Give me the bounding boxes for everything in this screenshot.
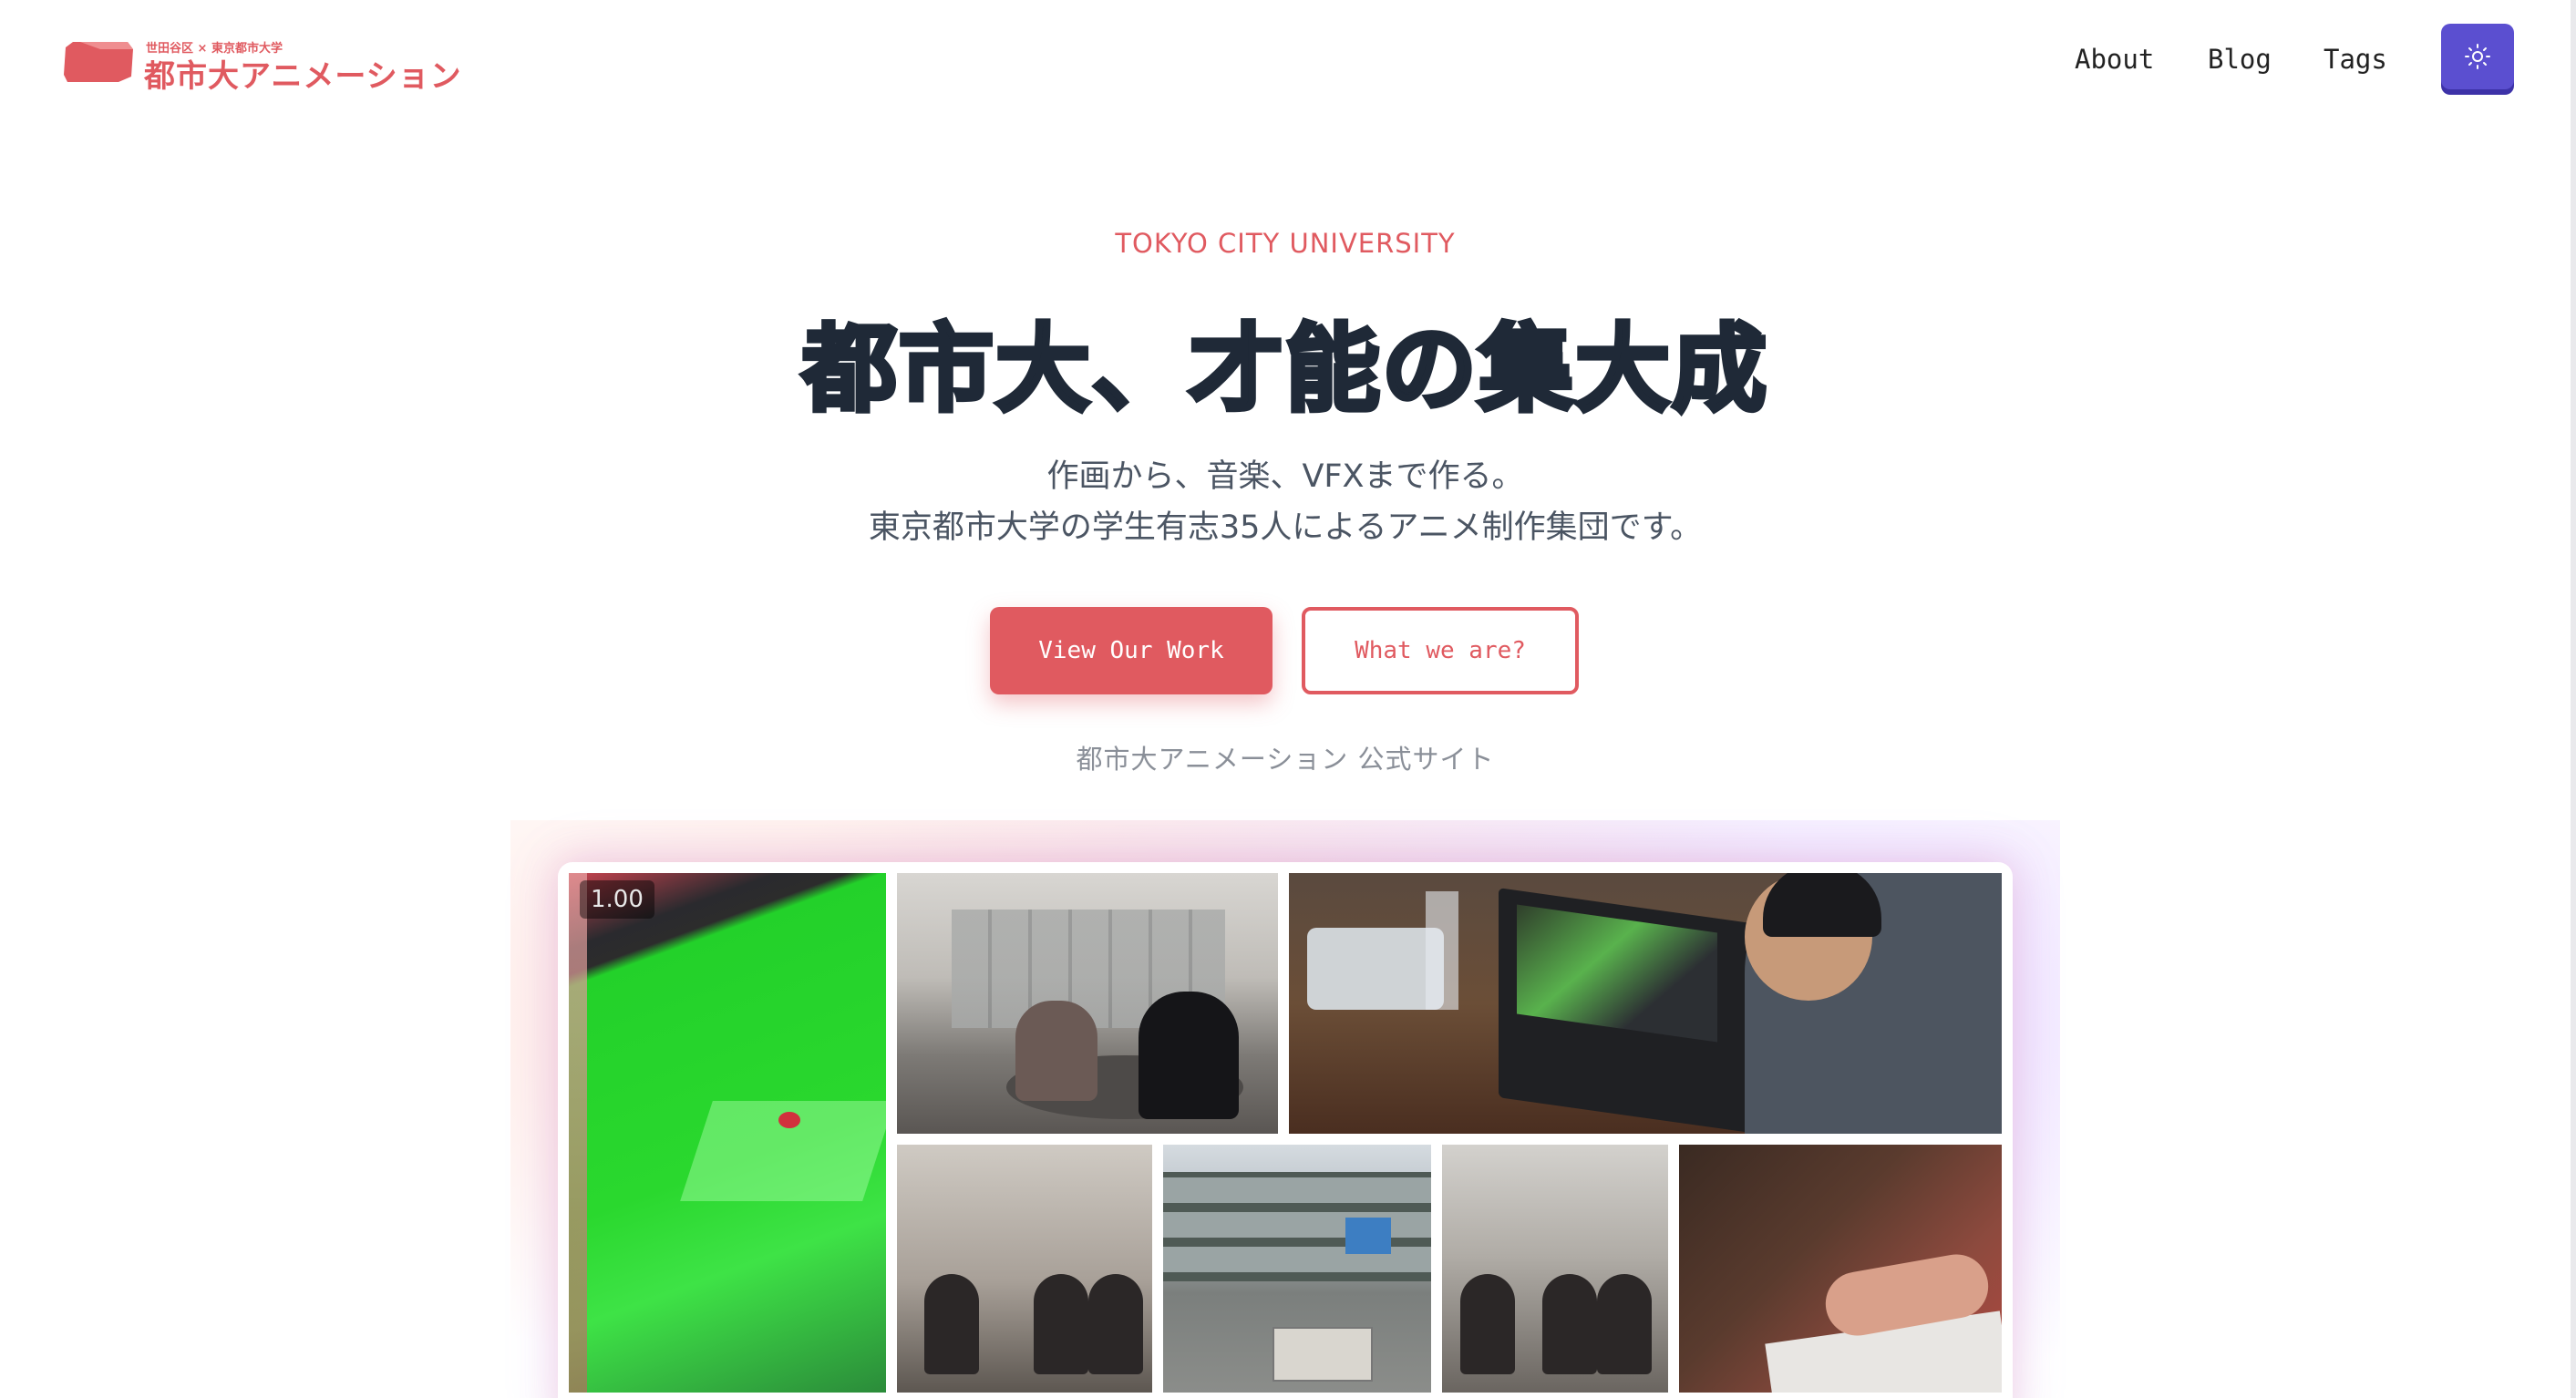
- gallery-photo-meeting: [897, 873, 1278, 1134]
- site-caption: 都市大アニメーション 公式サイト: [1076, 744, 1495, 775]
- hero-title: 都市大、才能の集大成: [799, 312, 1768, 427]
- photo-gallery: 1.00: [558, 862, 2013, 1398]
- site-logo[interactable]: 世田谷区 × 東京都市大学 都市大アニメーション: [64, 35, 461, 95]
- hero-eyebrow: TOKYO CITY UNIVERSITY: [1115, 228, 1456, 259]
- nav-blog[interactable]: Blog: [2208, 44, 2272, 75]
- gallery-photo-lounge: [897, 1145, 1152, 1393]
- sun-icon: [2465, 44, 2490, 69]
- scrollbar[interactable]: [2571, 0, 2576, 1398]
- view-our-work-button[interactable]: View Our Work: [990, 607, 1273, 694]
- page: 世田谷区 × 東京都市大学 都市大アニメーション About Blog Tags…: [0, 0, 2576, 1398]
- what-we-are-button[interactable]: What we are?: [1302, 607, 1579, 694]
- gallery-photo-campus: [1163, 1145, 1431, 1393]
- gallery-photo-tablet-closeup: [1679, 1145, 2002, 1393]
- logo-mark-icon: [64, 42, 133, 82]
- gallery-photo-workspace: [1442, 1145, 1668, 1393]
- logo-title: 都市大アニメーション: [144, 58, 462, 95]
- playback-speed-badge: 1.00: [580, 880, 654, 919]
- theme-toggle-button[interactable]: [2441, 24, 2514, 89]
- nav-about[interactable]: About: [2075, 44, 2154, 75]
- hero-subtitle-line2: 東京都市大学の学生有志35人によるアニメ制作集団です。: [868, 509, 1703, 546]
- nav-tags[interactable]: Tags: [2324, 44, 2387, 75]
- gallery-photo-drawing-tablet: [1289, 873, 2002, 1134]
- gallery-video-greenscreen[interactable]: 1.00: [569, 873, 886, 1393]
- hero-subtitle-line1: 作画から、音楽、VFXまで作る。: [1046, 458, 1524, 495]
